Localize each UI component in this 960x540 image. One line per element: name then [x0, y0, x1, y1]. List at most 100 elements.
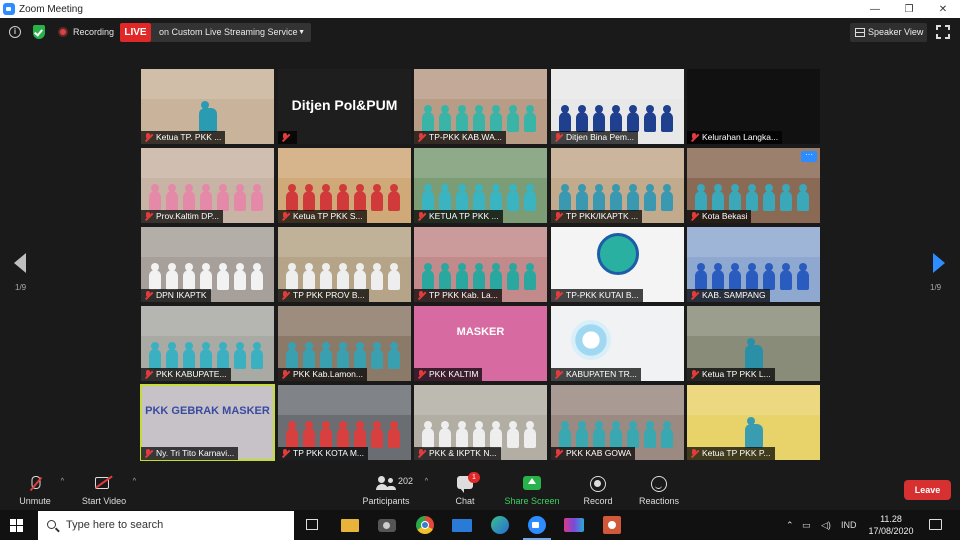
taskbar-clock[interactable]: 11.28 17/08/2020 [866, 513, 916, 537]
participant-name-label: Ketua TP PKK L... [687, 368, 775, 381]
video-tile[interactable]: KAB. SAMPANG [687, 227, 820, 302]
participant-name-label: TP PKK Kab. La... [414, 289, 502, 302]
video-tile[interactable]: KETUA TP PKK ... [414, 148, 547, 223]
tile-overlay-text: Ditjen Pol&PUM [291, 97, 398, 113]
shield-icon[interactable] [33, 25, 45, 39]
video-tile[interactable]: Kota Bekasi ··· [687, 148, 820, 223]
participant-name: TP-PKK KAB.WA... [429, 132, 502, 142]
participant-name-label: Ketua TP. PKK ... [141, 131, 226, 144]
chevron-up-icon[interactable]: ^ [133, 478, 136, 485]
page-indicator-right: 1/9 [930, 283, 942, 292]
video-tile[interactable]: PKK KABUPATE... [141, 306, 274, 381]
participant-name: Ketua TP. PKK ... [156, 132, 222, 142]
record-button[interactable]: Record [580, 470, 616, 510]
video-tile[interactable]: Ketua TP. PKK ... [141, 69, 274, 144]
next-page-arrow-icon[interactable] [933, 253, 945, 273]
muted-mic-icon [144, 212, 152, 221]
powerpoint-icon[interactable] [602, 515, 622, 535]
video-tile[interactable]: Ketua TP PKK S... [278, 148, 411, 223]
mail-icon[interactable] [452, 515, 472, 535]
video-tile[interactable]: KABUPATEN TR... [551, 306, 684, 381]
video-tile[interactable]: TP PKK PROV B... [278, 227, 411, 302]
volume-icon[interactable]: ◁) [821, 510, 831, 540]
edge-icon[interactable] [490, 515, 510, 535]
record-icon [590, 476, 606, 492]
camera-off-icon [95, 476, 113, 489]
notification-icon[interactable] [929, 519, 942, 530]
share-screen-button[interactable]: Share Screen [502, 470, 562, 510]
page-indicator-left: 1/9 [15, 283, 27, 292]
participant-name: DPN IKAPTK [156, 290, 207, 300]
video-tile[interactable]: Ditjen Pol&PUM [278, 69, 411, 144]
unmute-button[interactable]: ^ Unmute [12, 470, 64, 510]
battery-icon[interactable]: ▭ [802, 510, 814, 540]
speaker-view-button[interactable]: Speaker View [850, 23, 927, 42]
muted-mic-icon [554, 449, 562, 458]
participant-name-label [278, 131, 297, 144]
participant-name-label: Prov.Kaltim DP... [141, 210, 223, 223]
participant-name-label: PKK KALTIM [414, 368, 483, 381]
video-tile[interactable]: TP-PKK KUTAI B... [551, 227, 684, 302]
muted-mic-icon [144, 291, 152, 300]
video-tile[interactable]: TP PKK Kab. La... [414, 227, 547, 302]
clock-time: 11.28 [880, 514, 902, 524]
language-indicator[interactable]: IND [841, 510, 857, 540]
video-tile[interactable]: TP PKK KOTA M... [278, 385, 411, 460]
file-explorer-icon[interactable] [340, 515, 360, 535]
participant-name: PKK & IKPTK N... [429, 448, 497, 458]
participant-name: TP-PKK KUTAI B... [566, 290, 639, 300]
camera-app-icon[interactable] [377, 515, 397, 535]
reactions-button[interactable]: Reactions [636, 470, 682, 510]
video-tile[interactable]: TP-PKK KAB.WA... [414, 69, 547, 144]
chrome-icon[interactable] [415, 515, 435, 535]
participant-name: KAB. SAMPANG [702, 290, 766, 300]
muted-mic-icon [281, 133, 289, 142]
zoom-logo-icon [3, 3, 15, 15]
video-tile[interactable]: DPN IKAPTK [141, 227, 274, 302]
participant-name-label: Ditjen Bina Pem... [551, 131, 639, 144]
video-tile[interactable]: Prov.Kaltim DP... [141, 148, 274, 223]
video-tile[interactable]: PKK Kab.Lamon... [278, 306, 411, 381]
participant-name-label: Kelurahan Langka... [687, 131, 783, 144]
tile-more-options-button[interactable]: ··· [801, 151, 817, 162]
participant-name-label: PKK KAB GOWA [551, 447, 636, 460]
muted-mic-icon [554, 212, 562, 221]
video-tile[interactable]: PKK & IKPTK N... [414, 385, 547, 460]
participant-name: Ketua TP PKK S... [293, 211, 363, 221]
start-video-button[interactable]: ^ Start Video [78, 470, 136, 510]
previous-page-arrow-icon[interactable] [14, 253, 26, 273]
people-tray-icon[interactable]: ⌃ [786, 510, 794, 540]
participants-button[interactable]: 202 ^ Participants [358, 470, 428, 510]
close-button[interactable]: ✕ [926, 0, 960, 18]
video-tile[interactable]: Kelurahan Langka... [687, 69, 820, 144]
video-tile[interactable]: MASKER PKK KALTIM [414, 306, 547, 381]
media-app-icon[interactable] [564, 515, 584, 535]
fullscreen-icon[interactable] [936, 25, 950, 39]
video-tile[interactable]: PKK GEBRAK MASKER Ny. Tri Tito Karnavi... [140, 384, 275, 461]
video-tile[interactable]: Ketua TP PKK L... [687, 306, 820, 381]
minimize-button[interactable]: — [858, 0, 892, 18]
participant-name-label: KABUPATEN TR... [551, 368, 641, 381]
participant-name: TP PKK PROV B... [293, 290, 365, 300]
live-stream-dropdown[interactable]: on Custom Live Streaming Service ▼ [151, 23, 311, 42]
video-tile[interactable]: Ditjen Bina Pem... [551, 69, 684, 144]
windows-taskbar: Type here to search ⌃ ▭ ◁) IND 11.28 17/… [0, 510, 960, 540]
video-tile[interactable]: TP PKK/IKAPTK ... [551, 148, 684, 223]
muted-mic-icon [690, 133, 698, 142]
taskbar-search-input[interactable]: Type here to search [38, 511, 294, 540]
participant-name: Ketua TP PKK L... [702, 369, 771, 379]
video-tile[interactable]: PKK KAB GOWA [551, 385, 684, 460]
muted-mic-icon [144, 370, 152, 379]
meeting-toolbar: ^ Unmute ^ Start Video 202 ^ Participant… [0, 470, 960, 510]
chevron-up-icon[interactable]: ^ [61, 478, 64, 485]
share-screen-icon [523, 476, 541, 490]
participant-name-label: Ny. Tri Tito Karnavi... [141, 447, 239, 460]
maximize-button[interactable]: ❐ [892, 0, 926, 18]
video-tile[interactable]: Ketua TP PKK P... [687, 385, 820, 460]
zoom-taskbar-icon[interactable] [523, 515, 551, 540]
windows-start-icon[interactable] [10, 519, 23, 532]
chevron-up-icon[interactable]: ^ [425, 478, 428, 485]
task-view-icon[interactable] [303, 515, 323, 535]
info-icon[interactable]: i [9, 26, 21, 38]
leave-button[interactable]: Leave [904, 480, 951, 500]
